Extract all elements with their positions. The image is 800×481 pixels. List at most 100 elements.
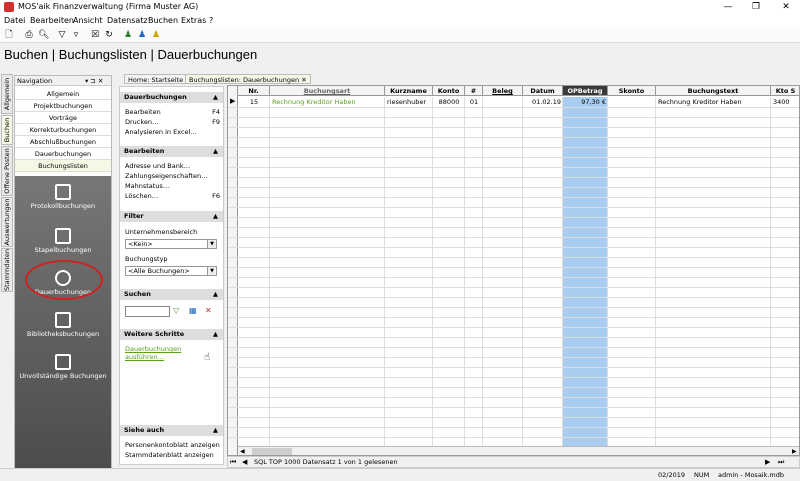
nav-big-protokollbuchungen[interactable]: Protokollbuchungen xyxy=(15,184,111,210)
grid-row-line xyxy=(228,347,799,348)
scroll-left-icon[interactable]: ◀ xyxy=(240,448,245,455)
menu-extras[interactable]: Extras xyxy=(181,16,206,25)
first-record-icon[interactable]: ⏮ xyxy=(230,458,236,467)
grid-row-line xyxy=(228,197,799,198)
vtab-buchen[interactable]: Buchen xyxy=(1,115,13,145)
menu-datensatz[interactable]: Datensatz xyxy=(107,16,148,25)
cell-beleg[interactable] xyxy=(483,97,523,107)
search-table-icon[interactable]: ▦ xyxy=(189,306,199,316)
user-yellow-icon[interactable]: ♟ xyxy=(151,30,161,40)
col-konto[interactable]: Konto xyxy=(433,86,465,96)
section-weitere-schritte[interactable]: Weitere Schritte ▲ xyxy=(120,329,223,340)
col-skonto[interactable]: Skonto xyxy=(608,86,656,96)
vtab-stammdaten[interactable]: Stammdaten xyxy=(1,248,13,292)
nav-big-bibliotheksbuchungen[interactable]: Bibliotheksbuchungen xyxy=(15,312,111,338)
tab-home[interactable]: Home: Startseite xyxy=(124,74,188,84)
section-filter[interactable]: Filter ▲ xyxy=(120,211,223,222)
nav-item-korrekturbuchungen[interactable]: Korrekturbuchungen xyxy=(15,124,111,136)
col-nr[interactable]: Nr. xyxy=(238,86,270,96)
cell-kto-s[interactable]: 3400 xyxy=(771,97,799,107)
nav-item-buchungslisten[interactable]: Buchungslisten xyxy=(15,160,111,172)
nav-big-stapelbuchungen[interactable]: Stapelbuchungen xyxy=(15,228,111,254)
nav-item-vortraege[interactable]: Vorträge xyxy=(15,112,111,124)
action-personenkontoblatt[interactable]: Personenkontoblatt anzeigen xyxy=(125,441,220,449)
action-analysieren[interactable]: Analysieren in Excel… xyxy=(125,128,220,136)
menu-datei[interactable]: Datei xyxy=(4,16,25,25)
action-drucken[interactable]: Drucken… F9 xyxy=(125,118,220,126)
cell-hash[interactable]: 01 xyxy=(465,97,483,107)
menu-help[interactable]: ? xyxy=(209,16,213,25)
grid-row-line xyxy=(228,227,799,228)
scrollbar-thumb[interactable] xyxy=(252,448,292,455)
cell-skonto[interactable] xyxy=(608,97,656,107)
menu-buchen[interactable]: Buchen xyxy=(148,16,178,25)
cell-konto[interactable]: 88000 xyxy=(433,97,465,107)
nav-item-projektbuchungen[interactable]: Projektbuchungen xyxy=(15,100,111,112)
search-input[interactable] xyxy=(125,306,170,317)
section-siehe-auch[interactable]: Siehe auch ▲ xyxy=(120,425,223,436)
col-beleg[interactable]: Beleg xyxy=(483,86,523,96)
warning-icon xyxy=(55,354,71,370)
user-green-icon[interactable]: ♟ xyxy=(123,30,133,40)
next-record-icon[interactable]: ▶ xyxy=(765,458,770,466)
cell-datum[interactable]: 01.02.19 xyxy=(523,97,563,107)
vtab-offene-posten[interactable]: Offene Posten xyxy=(1,146,13,196)
action-bearbeiten[interactable]: Bearbeiten F4 xyxy=(125,108,220,116)
horizontal-scrollbar[interactable]: ◀ ▶ xyxy=(238,446,799,455)
minimize-icon[interactable]: — xyxy=(718,1,738,13)
scroll-right-icon[interactable]: ▶ xyxy=(792,448,797,455)
pin-close-icons[interactable]: ▾ ⊐ ✕ xyxy=(85,77,103,85)
action-zahlung[interactable]: Zahlungseigenschaften… xyxy=(125,172,220,180)
grid-row-line xyxy=(228,137,799,138)
cursor-hand-icon: ☝ xyxy=(204,352,211,363)
search-clear-icon[interactable]: ✕ xyxy=(205,306,215,316)
col-buchungsart[interactable]: Buchungsart xyxy=(270,86,385,96)
menu-ansicht[interactable]: Ansicht xyxy=(73,16,103,25)
cell-nr[interactable]: 15 xyxy=(238,97,270,107)
select-unternehmensbereich[interactable]: <Kein> ▼ xyxy=(125,239,217,249)
vtab-allgemein[interactable]: Allgemein xyxy=(1,74,13,114)
prev-record-icon[interactable]: ◀ xyxy=(242,458,247,466)
preview-icon[interactable]: 🔍︎ xyxy=(38,30,49,40)
delete-icon[interactable]: ☒ xyxy=(90,30,100,40)
nav-big-unvollstaendige[interactable]: Unvollständige Buchungen xyxy=(15,354,111,380)
last-record-icon[interactable]: ⏭ xyxy=(778,458,784,467)
print-icon[interactable]: ⎙ xyxy=(24,30,34,40)
vertical-tabs: Allgemein Buchen Offene Posten Auswertun… xyxy=(0,74,13,296)
filter-icon[interactable]: ▽ xyxy=(57,30,67,40)
grid-row-line xyxy=(228,387,799,388)
status-user: admin - Mosaik.mdb xyxy=(718,471,785,479)
close-icon[interactable]: ✕ xyxy=(776,1,796,13)
section-suchen[interactable]: Suchen ▲ xyxy=(120,289,223,300)
search-filter-icon[interactable]: ▽ xyxy=(173,306,183,316)
section-dauerbuchungen[interactable]: Dauerbuchungen ▲ xyxy=(120,92,223,103)
refresh-icon[interactable]: ↻ xyxy=(104,30,114,40)
col-hash[interactable]: # xyxy=(465,86,483,96)
action-panel: Dauerbuchungen ▲ Bearbeiten F4 Drucken… F9 … xyxy=(119,86,224,465)
restore-icon[interactable]: ❐ xyxy=(746,1,766,13)
cell-kurzname[interactable]: riesenhuber xyxy=(385,97,433,107)
action-adresse[interactable]: Adresse und Bank… xyxy=(125,162,220,170)
action-loeschen[interactable]: Löschen… F6 xyxy=(125,192,220,200)
col-opbetrag[interactable]: OPBetrag xyxy=(563,86,608,96)
nav-item-abschlussbuchungen[interactable]: Abschlußbuchungen xyxy=(15,136,111,148)
nav-item-dauerbuchungen[interactable]: Dauerbuchungen xyxy=(15,148,111,160)
col-kurzname[interactable]: Kurzname xyxy=(385,86,433,96)
section-bearbeiten[interactable]: Bearbeiten ▲ xyxy=(120,146,223,157)
action-mahnstatus[interactable]: Mahnstatus… xyxy=(125,182,220,190)
cell-opbetrag[interactable]: 97,30 € xyxy=(563,97,608,107)
cell-buchungsart[interactable]: Rechnung Kreditor Haben xyxy=(270,97,385,107)
select-buchungstyp[interactable]: <Alle Buchungen> ▼ xyxy=(125,266,217,276)
menu-bearbeiten[interactable]: Bearbeiten xyxy=(30,16,74,25)
col-datum[interactable]: Datum xyxy=(523,86,563,96)
tab-dauerbuchungen[interactable]: Buchungslisten: Dauerbuchungen ✕ xyxy=(185,74,311,84)
cell-buchungstext[interactable]: Rechnung Kreditor Haben xyxy=(656,97,771,107)
action-stammdatenblatt[interactable]: Stammdatenblatt anzeigen xyxy=(125,451,220,459)
col-buchungstext[interactable]: Buchungstext xyxy=(656,86,771,96)
filter-remove-icon[interactable]: ▿ xyxy=(71,30,81,40)
nav-item-allgemein[interactable]: Allgemein xyxy=(15,88,111,100)
user-blue-icon[interactable]: ♟ xyxy=(137,30,147,40)
col-kto-s[interactable]: Kto S xyxy=(771,86,799,96)
vtab-auswertungen[interactable]: Auswertungen xyxy=(1,197,13,247)
new-icon[interactable]: 🗋 xyxy=(4,30,14,40)
